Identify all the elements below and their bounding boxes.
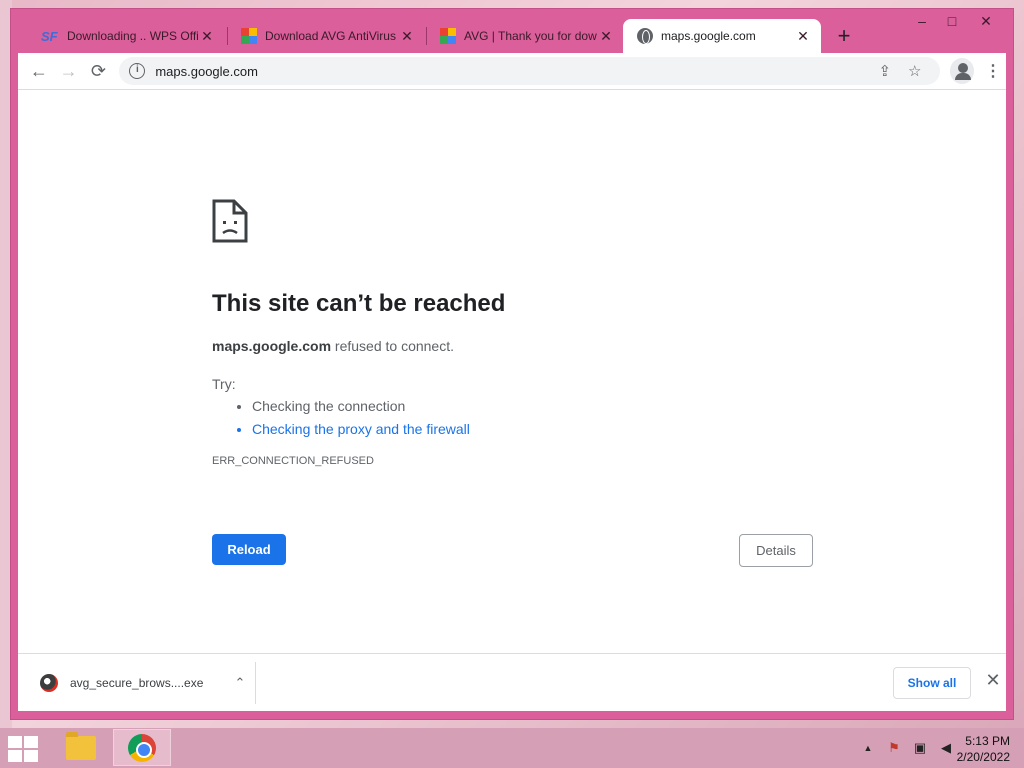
try-label: Try:	[212, 376, 236, 392]
download-shelf: avg_secure_brows....exe ⌃ Show all ✕	[18, 653, 1006, 711]
sf-icon: SF	[41, 28, 58, 44]
avg-icon	[241, 28, 257, 44]
network-icon[interactable]: ▣	[912, 740, 928, 756]
globe-icon	[637, 28, 653, 44]
taskbar: ▲ ⚑ ▣ ◀ 5:13 PM 2/20/2022	[0, 728, 1024, 768]
close-tab-icon[interactable]: ✕	[795, 28, 811, 44]
close-tab-icon[interactable]: ✕	[199, 28, 215, 44]
chrome-icon	[128, 733, 156, 762]
address-bar[interactable]: i maps.google.com ⇪ ☆	[119, 57, 940, 85]
suggestion-check-connection: Checking the connection	[252, 398, 812, 414]
avg-icon	[440, 28, 456, 44]
tab-title: Download AVG AntiVirus	[265, 29, 396, 43]
bookmark-star-icon[interactable]: ☆	[900, 62, 930, 80]
download-item[interactable]: avg_secure_brows....exe ⌃	[18, 662, 256, 704]
minimize-button[interactable]: –	[907, 13, 937, 31]
clock[interactable]: 5:13 PM 2/20/2022	[957, 733, 1010, 765]
back-button[interactable]: ←	[24, 57, 54, 85]
profile-avatar-icon[interactable]	[949, 58, 974, 84]
details-button[interactable]: Details	[739, 534, 813, 567]
action-center-flag-icon[interactable]: ⚑	[886, 740, 902, 756]
error-message: refused to connect.	[331, 338, 454, 354]
clock-date: 2/20/2022	[956, 750, 1010, 764]
sad-document-icon	[212, 199, 248, 243]
url-text[interactable]: maps.google.com	[155, 64, 869, 79]
maximize-button[interactable]: □	[937, 13, 967, 31]
show-hidden-icons-icon[interactable]: ▲	[860, 740, 876, 756]
error-container: This site can’t be reached maps.google.c…	[212, 199, 812, 467]
tab-maps-google[interactable]: maps.google.com ✕	[623, 19, 821, 53]
windows-start-icon[interactable]	[8, 736, 38, 762]
menu-kebab-icon[interactable]: ⋮	[980, 61, 1006, 81]
chevron-up-icon[interactable]: ⌃	[225, 675, 255, 691]
tab-strip: SF Downloading .. WPS Offi ✕ Download AV…	[11, 9, 1013, 53]
error-host: maps.google.com	[212, 338, 332, 354]
folder-icon	[66, 731, 96, 760]
reload-button[interactable]: Reload	[212, 534, 286, 565]
show-all-button[interactable]: Show all	[893, 667, 971, 699]
error-code: ERR_CONNECTION_REFUSED	[212, 455, 374, 467]
close-tab-icon[interactable]: ✕	[598, 28, 614, 44]
tab-wps-download[interactable]: SF Downloading .. WPS Offi ✕	[27, 19, 225, 53]
close-window-button[interactable]: ✕	[971, 13, 1001, 31]
taskbar-file-explorer[interactable]	[52, 729, 110, 766]
tab-title: AVG | Thank you for dow	[464, 29, 597, 43]
reload-page-button[interactable]: ⟳	[84, 57, 114, 85]
suggestion-list: Checking the connection Checking the pro…	[252, 398, 812, 437]
taskbar-chrome[interactable]	[113, 729, 171, 766]
share-icon[interactable]: ⇪	[870, 62, 900, 80]
new-tab-button[interactable]: +	[833, 25, 855, 48]
tab-avg-thankyou[interactable]: AVG | Thank you for dow ✕	[426, 19, 624, 53]
suggestion-check-proxy-link[interactable]: Checking the proxy and the firewall	[252, 421, 812, 437]
tab-title: Downloading .. WPS Offi	[67, 29, 199, 43]
page-content: This site can’t be reached maps.google.c…	[18, 90, 1006, 653]
system-tray: ▲ ⚑ ▣ ◀	[860, 740, 954, 756]
error-description: maps.google.com refused to connect.	[212, 338, 812, 354]
volume-muted-icon[interactable]: ◀	[938, 740, 954, 756]
site-info-icon[interactable]: i	[129, 63, 146, 79]
avg-installer-icon	[40, 674, 58, 692]
tab-title: maps.google.com	[661, 29, 756, 43]
download-file-name[interactable]: avg_secure_brows....exe	[70, 676, 225, 690]
tab-avg-download[interactable]: Download AVG AntiVirus ✕	[227, 19, 425, 53]
browser-toolbar: ← → ⟳ i maps.google.com ⇪ ☆ ⋮	[18, 53, 1006, 90]
close-shelf-icon[interactable]: ✕	[982, 670, 1004, 692]
close-tab-icon[interactable]: ✕	[399, 28, 415, 44]
error-title: This site can’t be reached	[212, 290, 506, 317]
forward-button[interactable]: →	[54, 57, 84, 85]
browser-window: SF Downloading .. WPS Offi ✕ Download AV…	[10, 8, 1014, 720]
clock-time: 5:13 PM	[965, 734, 1010, 748]
